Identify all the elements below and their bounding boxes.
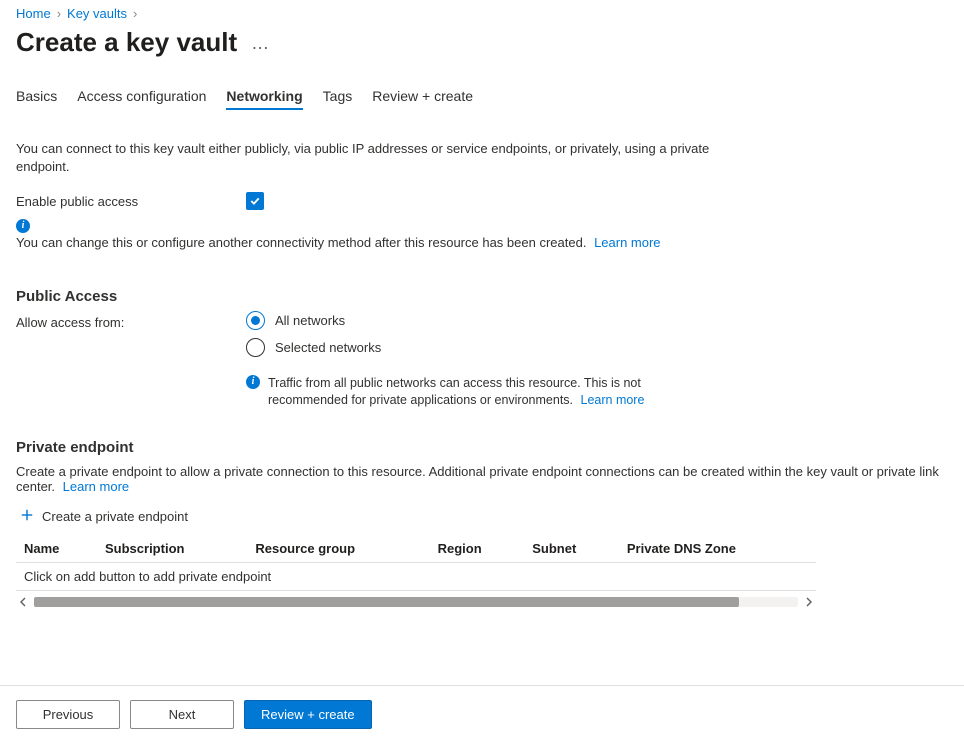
page-title: Create a key vault: [16, 27, 237, 58]
col-region[interactable]: Region: [430, 535, 525, 563]
enable-public-access-label: Enable public access: [16, 194, 246, 209]
radio-selected-networks-label: Selected networks: [275, 340, 381, 355]
private-endpoint-heading: Private endpoint: [16, 439, 948, 456]
col-resource-group[interactable]: Resource group: [247, 535, 429, 563]
radio-all-networks-label: All networks: [275, 313, 345, 328]
radio-all-networks[interactable]: All networks: [246, 311, 706, 330]
scroll-thumb[interactable]: [34, 597, 739, 607]
plus-icon: [20, 508, 34, 525]
private-endpoint-desc: Create a private endpoint to allow a pri…: [16, 464, 939, 494]
breadcrumb: Home › Key vaults ›: [16, 6, 948, 21]
networking-intro: You can connect to this key vault either…: [16, 140, 736, 176]
public-access-heading: Public Access: [16, 288, 948, 305]
create-private-endpoint-button[interactable]: Create a private endpoint: [20, 508, 188, 525]
horizontal-scrollbar[interactable]: [16, 595, 816, 609]
tab-access-configuration[interactable]: Access configuration: [77, 84, 206, 110]
info-icon: i: [16, 219, 30, 233]
connectivity-note: You can change this or configure another…: [16, 235, 586, 250]
radio-selected-networks[interactable]: Selected networks: [246, 338, 706, 357]
check-icon: [249, 195, 261, 207]
tabs: Basics Access configuration Networking T…: [16, 84, 948, 110]
public-access-learn-more-link[interactable]: Learn more: [581, 393, 645, 407]
breadcrumb-keyvaults[interactable]: Key vaults: [67, 6, 127, 21]
private-endpoint-empty-row: Click on add button to add private endpo…: [16, 562, 816, 590]
col-subscription[interactable]: Subscription: [97, 535, 247, 563]
enable-public-access-checkbox[interactable]: [246, 192, 264, 210]
tab-networking[interactable]: Networking: [226, 84, 302, 110]
scroll-left-icon[interactable]: [16, 595, 30, 609]
allow-access-from-label: Allow access from:: [16, 313, 246, 330]
previous-button[interactable]: Previous: [16, 700, 120, 729]
footer-action-bar: Previous Next Review + create: [0, 685, 964, 743]
tab-tags[interactable]: Tags: [323, 84, 353, 110]
connectivity-learn-more-link[interactable]: Learn more: [594, 235, 660, 250]
private-endpoint-learn-more-link[interactable]: Learn more: [63, 479, 129, 494]
more-actions-button[interactable]: …: [251, 34, 271, 52]
breadcrumb-home[interactable]: Home: [16, 6, 51, 21]
tab-basics[interactable]: Basics: [16, 84, 57, 110]
col-private-dns-zone[interactable]: Private DNS Zone: [619, 535, 816, 563]
create-private-endpoint-label: Create a private endpoint: [42, 509, 188, 524]
next-button[interactable]: Next: [130, 700, 234, 729]
scroll-right-icon[interactable]: [802, 595, 816, 609]
radio-icon: [246, 338, 265, 357]
info-icon: i: [246, 375, 260, 389]
chevron-right-icon: ›: [133, 6, 137, 21]
private-endpoint-table: Name Subscription Resource group Region …: [16, 535, 816, 609]
chevron-right-icon: ›: [57, 6, 61, 21]
col-name[interactable]: Name: [16, 535, 97, 563]
tab-review-create[interactable]: Review + create: [372, 84, 473, 110]
col-subnet[interactable]: Subnet: [524, 535, 619, 563]
review-create-button[interactable]: Review + create: [244, 700, 372, 729]
radio-icon: [246, 311, 265, 330]
scroll-track[interactable]: [34, 597, 798, 607]
